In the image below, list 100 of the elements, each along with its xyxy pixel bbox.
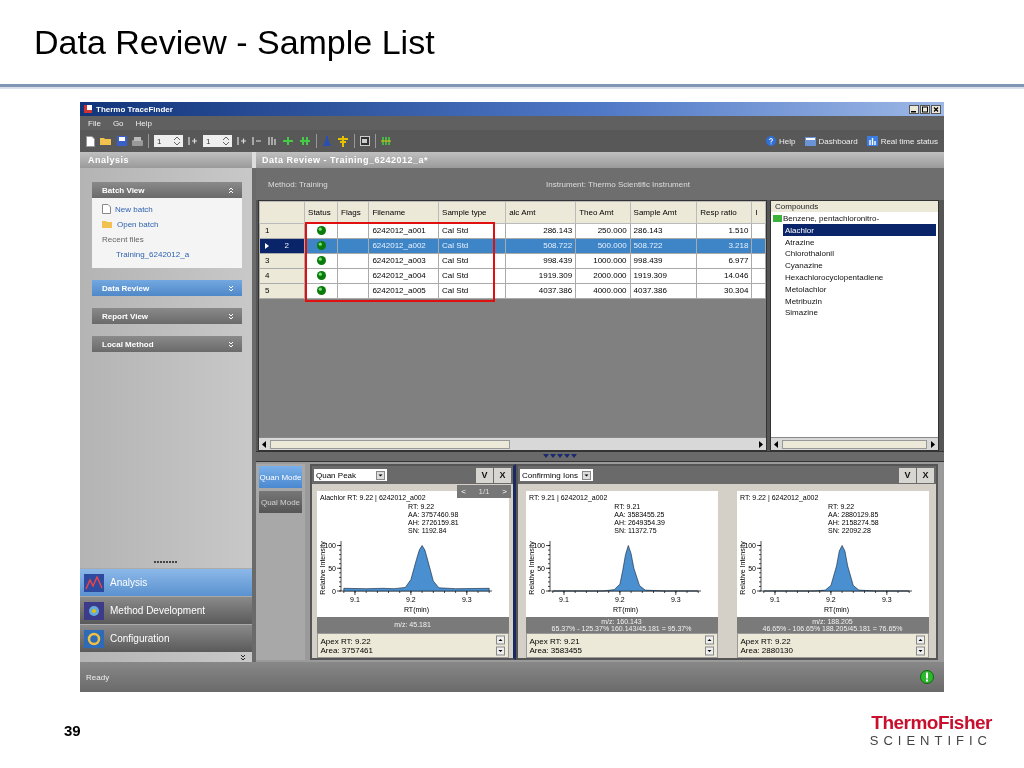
menu-item[interactable]: Help	[135, 118, 152, 128]
insert-row-icon[interactable]	[188, 136, 198, 146]
app-icon	[83, 104, 93, 114]
tree-item[interactable]: Chlorothalonil	[783, 248, 936, 260]
column-header[interactable]: Theo Amt	[575, 201, 631, 224]
columns-icon[interactable]	[267, 136, 277, 146]
chevron-icon	[228, 186, 234, 194]
target-icon	[84, 601, 104, 620]
scroll-left-icon[interactable]	[261, 439, 268, 449]
pane-button[interactable]: X	[494, 467, 511, 483]
remove-row-icon[interactable]	[252, 136, 262, 146]
tree-item[interactable]: Cyanazine	[783, 259, 936, 272]
spin-arrows-icon	[173, 136, 181, 146]
caret-icon	[582, 470, 591, 480]
bar-chart-icon	[866, 136, 878, 146]
mode-button[interactable]: Qual Mode	[259, 491, 302, 513]
menu-item[interactable]: File	[88, 118, 101, 128]
line-chart-icon	[84, 573, 104, 592]
minimize-icon[interactable]	[909, 104, 919, 114]
status-dot-icon	[316, 286, 326, 296]
number-spinner[interactable]: 1	[154, 135, 183, 147]
recent-file-link[interactable]: Training_6242012_a	[102, 248, 190, 260]
spin-arrows-icon[interactable]	[495, 634, 505, 657]
close-icon[interactable]	[931, 104, 941, 114]
horizontal-scrollbar[interactable]	[259, 437, 766, 451]
table-cell: 286.143	[505, 223, 576, 239]
bars-icon[interactable]	[381, 136, 391, 146]
tree-item[interactable]: Simazine	[783, 307, 936, 319]
column-header[interactable]: Status	[304, 201, 338, 224]
page-indicator: 1/1	[470, 485, 498, 498]
column-header[interactable]: Filename	[368, 201, 439, 224]
panel-header[interactable]: Report View	[92, 308, 242, 324]
folder-icon	[102, 219, 113, 229]
panel-header[interactable]: Local Method	[92, 336, 242, 352]
scroll-right-icon[interactable]	[757, 439, 764, 449]
column-header[interactable]: Sample Amt	[630, 201, 697, 224]
maximize-icon[interactable]	[920, 104, 930, 114]
grip-handle-icon[interactable]	[154, 561, 178, 564]
column-header[interactable]: Sample type	[438, 201, 506, 224]
tuning-icon[interactable]	[337, 135, 349, 147]
instrument-label: Instrument: Thermo Scientific Instrument	[546, 180, 690, 190]
table-cell: 250.000	[575, 223, 631, 239]
chevron-icon[interactable]	[240, 654, 246, 661]
toolbar-link[interactable]: Dashboard	[804, 136, 858, 146]
sidebar-link[interactable]: Open batch	[102, 218, 159, 230]
insert-row-icon[interactable]	[237, 136, 247, 146]
nav-tab[interactable]: Configuration	[80, 624, 252, 652]
table-cell: 4000.000	[575, 283, 631, 299]
split-icon[interactable]	[282, 136, 294, 146]
table-cell: 1.510	[696, 223, 752, 239]
apex-info-line: Apex RT: 9.21	[529, 636, 581, 646]
tree-item[interactable]: Metolachlor	[783, 283, 936, 296]
number-spinner[interactable]: 1	[203, 135, 232, 147]
alert-icon	[920, 670, 934, 684]
status-dot-icon	[316, 271, 326, 281]
table-cell: 30.304	[696, 283, 752, 299]
scroll-right-icon[interactable]	[929, 439, 936, 449]
method-label: Method: Training	[268, 180, 329, 190]
menu-item[interactable]: Go	[112, 118, 124, 128]
dashboard-icon	[804, 136, 816, 146]
save-icon[interactable]	[117, 136, 127, 146]
tree-item[interactable]: Benzene, pentachloronitro-	[771, 212, 882, 225]
dropdown[interactable]: Confirming Ions	[520, 469, 593, 481]
spin-arrows-icon[interactable]	[915, 634, 925, 657]
horizontal-scrollbar[interactable]	[771, 437, 938, 451]
group-icon	[773, 215, 782, 223]
table-cell: 6242012_a005	[368, 283, 439, 299]
new-file-icon[interactable]	[86, 135, 95, 147]
table-cell: 2000.000	[575, 268, 631, 284]
window-icon[interactable]	[360, 136, 370, 146]
pane-button[interactable]: X	[917, 467, 934, 483]
toolbar-link[interactable]: Real time status	[866, 136, 938, 146]
previous-button[interactable]: <	[457, 485, 470, 498]
tree-item[interactable]: Hexachlorocyclopentadiene	[783, 271, 936, 284]
print-icon[interactable]	[132, 136, 143, 146]
tree-item[interactable]: Metribuzin	[783, 295, 936, 307]
table-cell: 998.439	[505, 253, 576, 269]
sidebar-link[interactable]: New batch	[102, 203, 153, 215]
toolbar-link[interactable]: Help	[766, 136, 796, 146]
splitter-handle-icon[interactable]	[543, 454, 577, 460]
column-header[interactable]: Resp ratio	[696, 201, 752, 224]
pane-button[interactable]: V	[476, 467, 493, 483]
apex-info-line: Area: 2880130	[740, 645, 793, 655]
dropdown[interactable]: Quan Peak	[314, 469, 387, 481]
column-header[interactable]: alc Amt	[505, 201, 576, 224]
merge-icon[interactable]	[299, 136, 311, 146]
panel-header[interactable]: Batch View	[92, 182, 242, 198]
spin-arrows-icon[interactable]	[704, 634, 714, 657]
column-header[interactable]: Flags	[337, 201, 369, 224]
scroll-left-icon[interactable]	[773, 439, 780, 449]
window-title: Thermo TraceFinder	[96, 104, 173, 114]
tree-item[interactable]: Alachlor	[783, 224, 936, 237]
nav-tab[interactable]: Method Development	[80, 596, 252, 624]
status-dot-icon	[316, 241, 326, 251]
caret-icon	[376, 470, 385, 480]
tree-item[interactable]: Atrazine	[783, 236, 936, 249]
folder-icon[interactable]	[100, 136, 112, 146]
logo-tagline: SCIENTIFIC	[869, 734, 992, 747]
next-button[interactable]: >	[498, 485, 511, 498]
pane-button[interactable]: V	[899, 467, 916, 483]
